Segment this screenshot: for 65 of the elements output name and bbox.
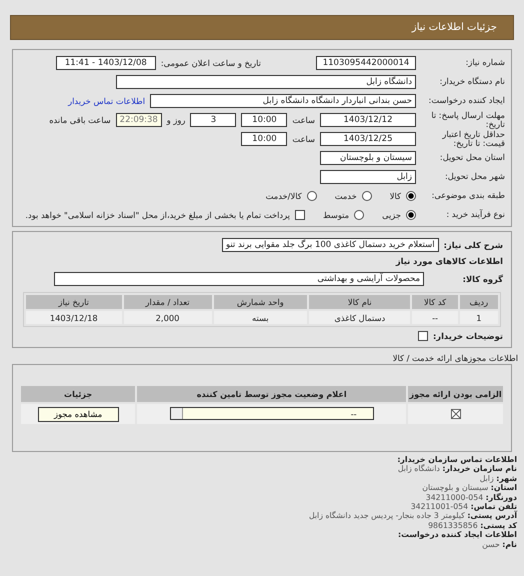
field-label: شماره نیاز: [464, 58, 505, 67]
column-header: جزئیات [20, 385, 136, 403]
table-cell: 1 [458, 310, 499, 325]
radio-button[interactable] [406, 190, 416, 200]
text-field[interactable]: سیستان و بلوچستان [320, 150, 416, 164]
checkbox[interactable] [295, 210, 305, 220]
field-label: نام دستگاه خریدار: [438, 77, 505, 86]
field-label: روز و [166, 114, 186, 124]
table-cell: دستمال کاغذی [308, 310, 412, 325]
radio-button[interactable] [406, 210, 416, 220]
contact-link[interactable]: اطلاعات تماس خریدار [68, 96, 145, 106]
field-label: گروه کالا: [462, 274, 503, 284]
column-header: کد کالا [411, 294, 459, 310]
table-cell: 1403/12/18 [25, 310, 123, 325]
section-title: اطلاعات مجوزهای ارائه خدمت / کالا [392, 353, 518, 363]
checkbox[interactable] [418, 331, 428, 341]
field-label: ساعت [292, 114, 315, 124]
checkbox-label: پرداخت تمام یا بخشی از مبلغ خرید،از محل "اسناد خزانه اسلامی" خواهد بود. [25, 210, 290, 220]
table-cell: بسته [212, 310, 308, 325]
column-header: واحد شمارش [212, 294, 308, 310]
column-header: ردیف [458, 294, 499, 310]
field-label: توضیحات خریدار: [432, 331, 503, 341]
countdown-field[interactable]: 22:09:38 [116, 112, 162, 126]
text-field[interactable]: 1403/12/12 [320, 112, 416, 126]
field-label: نوع فرآیند خرید : [445, 210, 505, 219]
text-field[interactable]: زابل [320, 170, 416, 184]
text-field[interactable]: حسن بندانی انباردار دانشگاه دانشگاه زابل [150, 94, 416, 108]
field-label: ایجاد کننده درخواست: [428, 96, 505, 105]
text-field[interactable]: دانشگاه زابل [116, 74, 416, 88]
radio-button[interactable] [362, 190, 372, 200]
field-label: طبقه بندی موضوعی: [430, 191, 505, 200]
dropdown[interactable]: -- [170, 407, 374, 420]
radio-button[interactable] [306, 190, 317, 200]
text-field[interactable]: استعلام خرید دستمال کاغذی 100 برگ جلد مقوایی برند تنو [222, 238, 439, 252]
page-title: جزئیات اطلاعات نیاز [10, 15, 514, 40]
radio-label: کالا [390, 190, 401, 200]
text-field[interactable]: 1403/12/08 - 11:41 [56, 56, 156, 70]
radio-label: خدمت [334, 190, 357, 200]
column-header: اعلام وضعیت مجوز توسط تامین کننده [136, 385, 408, 403]
section-title: اطلاعات کالاهای مورد نیاز [394, 256, 503, 267]
text-field[interactable]: 3 [190, 112, 236, 126]
field-label: تاریخ و ساعت اعلان عمومی: [160, 58, 261, 68]
radio-button[interactable] [354, 210, 364, 220]
column-header: نام کالا [308, 294, 412, 310]
field-label: حداقل تاریخ اعتبار قیمت: تا تاریخ: [441, 130, 505, 148]
table-cell: -- [411, 310, 459, 325]
text-field[interactable]: 1103095442000014 [316, 56, 416, 70]
field-label: شرح کلی نیاز: [444, 240, 503, 250]
field-label: شهر محل تحویل: [444, 172, 505, 181]
text-field[interactable]: 10:00 [241, 132, 288, 146]
field-label: ساعت [292, 134, 315, 144]
radio-label: متوسط [323, 210, 350, 220]
radio-label: کالا/خدمت [266, 190, 302, 200]
table-cell: 2,000 [122, 310, 213, 325]
radio-label: جزیی [382, 210, 401, 220]
text-field[interactable]: محصولات آرایشی و بهداشتی [54, 272, 424, 286]
field-label: استان محل تحویل: [438, 153, 505, 162]
text-field[interactable]: 10:00 [241, 112, 288, 126]
column-header: الزامی بودن ارائه مجوز [407, 385, 504, 403]
field-label: مهلت ارسال پاسخ: تا تاریخ: [430, 110, 505, 128]
field-label: ساعت باقی مانده [49, 114, 111, 124]
column-header: تاریخ نیاز [25, 294, 123, 310]
column-header: تعداد / مقدار [122, 294, 213, 310]
view-license-button[interactable]: مشاهده مجوز [38, 406, 119, 422]
text-field[interactable]: 1403/12/25 [320, 132, 416, 146]
